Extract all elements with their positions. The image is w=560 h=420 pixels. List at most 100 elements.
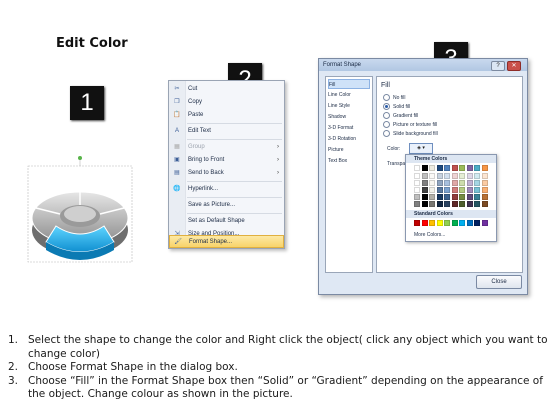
color-swatch[interactable] <box>429 180 435 186</box>
color-swatch[interactable] <box>481 201 488 207</box>
color-swatch[interactable] <box>414 194 420 200</box>
color-swatch[interactable] <box>414 165 420 171</box>
color-swatch[interactable] <box>421 187 428 193</box>
color-swatch[interactable] <box>421 201 428 207</box>
menu-item-save-as-picture[interactable]: Save as Picture... <box>169 199 284 212</box>
color-swatch[interactable] <box>466 165 473 171</box>
color-swatch[interactable] <box>459 180 465 186</box>
radio-picture-fill[interactable]: Picture or texture fill <box>383 121 437 129</box>
standard-color-swatch[interactable] <box>451 220 458 226</box>
nav-line-color[interactable]: Line Color <box>328 90 370 100</box>
color-swatch[interactable] <box>481 194 488 200</box>
color-swatch[interactable] <box>481 173 488 179</box>
standard-color-swatch[interactable] <box>481 220 488 226</box>
menu-item-hyperlink[interactable]: 🌐 Hyperlink... <box>169 183 284 196</box>
color-swatch[interactable] <box>481 180 488 186</box>
selected-donut-shape[interactable] <box>22 150 142 270</box>
color-swatch[interactable] <box>444 180 450 186</box>
color-swatch[interactable] <box>414 201 420 207</box>
standard-color-swatch[interactable] <box>444 220 450 226</box>
color-swatch[interactable] <box>421 194 428 200</box>
color-swatch[interactable] <box>444 201 450 207</box>
color-swatch[interactable] <box>421 165 428 171</box>
standard-color-swatch[interactable] <box>436 220 443 226</box>
color-swatch[interactable] <box>466 173 473 179</box>
color-swatch[interactable] <box>459 165 465 171</box>
color-swatch[interactable] <box>436 173 443 179</box>
menu-item-cut[interactable]: ✂ Cut <box>169 83 284 96</box>
help-icon[interactable]: ? <box>491 61 505 71</box>
color-swatch[interactable] <box>436 194 443 200</box>
color-swatch[interactable] <box>451 201 458 207</box>
color-picker-button[interactable]: ◈ ▾ <box>409 143 433 154</box>
standard-color-swatch[interactable] <box>459 220 465 226</box>
color-swatch[interactable] <box>451 194 458 200</box>
standard-color-swatch[interactable] <box>466 220 473 226</box>
more-colors-link[interactable]: More Colors... <box>414 232 445 238</box>
color-swatch[interactable] <box>481 187 488 193</box>
color-swatch[interactable] <box>429 194 435 200</box>
color-swatch[interactable] <box>421 173 428 179</box>
radio-gradient-fill[interactable]: Gradient fill <box>383 112 418 120</box>
nav-3d-rotation[interactable]: 3-D Rotation <box>328 134 370 144</box>
nav-fill[interactable]: Fill <box>328 79 370 89</box>
color-swatch[interactable] <box>459 187 465 193</box>
radio-solid-fill[interactable]: Solid fill <box>383 103 410 111</box>
color-swatch[interactable] <box>481 165 488 171</box>
color-swatch[interactable] <box>451 165 458 171</box>
radio-no-fill[interactable]: No fill <box>383 94 406 102</box>
color-swatch[interactable] <box>429 201 435 207</box>
color-swatch[interactable] <box>459 201 465 207</box>
color-swatch[interactable] <box>429 187 435 193</box>
color-swatch[interactable] <box>466 187 473 193</box>
nav-shadow[interactable]: Shadow <box>328 112 370 122</box>
color-swatch[interactable] <box>421 180 428 186</box>
color-swatch[interactable] <box>436 187 443 193</box>
menu-item-format-shape[interactable]: 🖌 Format Shape... <box>169 235 284 248</box>
menu-item-copy[interactable]: ❐ Copy <box>169 96 284 109</box>
color-swatch[interactable] <box>444 194 450 200</box>
color-swatch[interactable] <box>466 194 473 200</box>
nav-picture[interactable]: Picture <box>328 145 370 155</box>
color-swatch[interactable] <box>459 194 465 200</box>
standard-color-swatch[interactable] <box>474 220 480 226</box>
color-swatch[interactable] <box>436 180 443 186</box>
color-swatch[interactable] <box>414 187 420 193</box>
color-swatch[interactable] <box>414 173 420 179</box>
menu-item-paste[interactable]: 📋 Paste <box>169 109 284 122</box>
nav-line-style[interactable]: Line Style <box>328 101 370 111</box>
close-button[interactable]: Close <box>476 275 522 289</box>
menu-item-bring-to-front[interactable]: ▣ Bring to Front › <box>169 154 284 167</box>
nav-text-box[interactable]: Text Box <box>328 156 370 166</box>
color-swatch[interactable] <box>474 194 480 200</box>
menu-item-edit-text[interactable]: A Edit Text <box>169 125 284 138</box>
color-swatch[interactable] <box>444 165 450 171</box>
standard-color-swatch[interactable] <box>414 220 420 226</box>
standard-color-swatch[interactable] <box>421 220 428 226</box>
color-swatch[interactable] <box>466 180 473 186</box>
color-swatch[interactable] <box>444 173 450 179</box>
nav-3d-format[interactable]: 3-D Format <box>328 123 370 133</box>
color-swatch[interactable] <box>466 201 473 207</box>
color-swatch[interactable] <box>474 187 480 193</box>
color-swatch[interactable] <box>474 180 480 186</box>
color-swatch[interactable] <box>451 173 458 179</box>
color-swatch[interactable] <box>459 173 465 179</box>
color-swatch[interactable] <box>474 201 480 207</box>
color-swatch[interactable] <box>474 165 480 171</box>
color-swatch[interactable] <box>451 187 458 193</box>
color-swatch[interactable] <box>414 180 420 186</box>
color-swatch[interactable] <box>444 187 450 193</box>
radio-slide-background-fill[interactable]: Slide background fill <box>383 130 438 138</box>
color-swatch[interactable] <box>451 180 458 186</box>
color-swatch[interactable] <box>474 173 480 179</box>
color-swatch[interactable] <box>436 165 443 171</box>
color-swatch[interactable] <box>429 165 435 171</box>
color-swatch[interactable] <box>429 173 435 179</box>
menu-item-send-to-back[interactable]: ▤ Send to Back › <box>169 167 284 180</box>
close-icon[interactable]: ✕ <box>507 61 521 71</box>
menu-item-label: Cut <box>188 86 198 92</box>
standard-color-swatch[interactable] <box>429 220 435 226</box>
color-swatch[interactable] <box>436 201 443 207</box>
menu-item-set-default-shape[interactable]: Set as Default Shape <box>169 215 284 228</box>
